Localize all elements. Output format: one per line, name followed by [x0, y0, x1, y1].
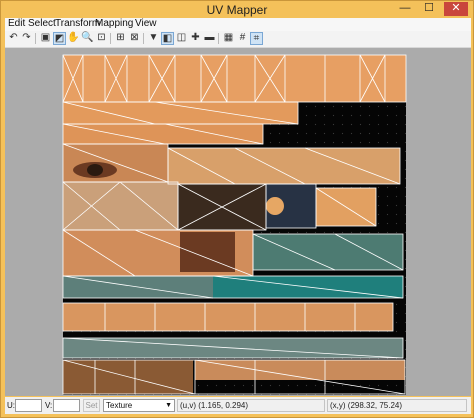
mode-select[interactable]: Texture ▼	[103, 399, 175, 412]
remove-icon[interactable]: ▬	[203, 32, 216, 45]
split-view-icon[interactable]: ◧	[161, 32, 174, 45]
chevron-down-icon: ▼	[165, 402, 172, 409]
menu-view[interactable]: View	[135, 18, 157, 29]
menu-transform[interactable]: Transform	[55, 18, 100, 29]
toolbar: ↶ ↷ ▣ ◩ ✋ 🔍 ⊡ ⊞ ⊠ ▼ ◧ ◫ ✚ ▬ ▦ # ⌗	[5, 31, 471, 48]
v-label: V:	[45, 401, 53, 410]
toolbar-separator	[143, 33, 144, 44]
menu-select[interactable]: Select	[28, 18, 56, 29]
menu-bar: Edit Select Transform Mapping View	[5, 18, 471, 31]
status-bar: U: V: Set Texture ▼ (u,v) (1.165, 0.294)…	[5, 397, 471, 414]
u-input[interactable]	[15, 399, 42, 412]
paint-select-icon[interactable]: ◩	[53, 32, 66, 45]
title-bar[interactable]: UV Mapper — ☐ ✕	[1, 1, 473, 18]
redo-icon[interactable]: ↷	[20, 32, 33, 45]
set-button[interactable]: Set	[83, 399, 100, 412]
close-button[interactable]: ✕	[444, 2, 468, 16]
uv-readout: (u,v) (1.165, 0.294)	[177, 399, 325, 412]
grid-select-icon[interactable]: ⊞	[114, 32, 127, 45]
add-icon[interactable]: ✚	[189, 32, 202, 45]
u-label: U:	[7, 401, 15, 410]
uv-canvas[interactable]	[5, 48, 471, 396]
menu-mapping[interactable]: Mapping	[95, 18, 133, 29]
zoom-tool-icon[interactable]: 🔍	[81, 32, 94, 45]
minimize-button[interactable]: —	[395, 2, 415, 16]
select-tool-icon[interactable]: ▣	[39, 32, 52, 45]
mirror-icon[interactable]: ◫	[175, 32, 188, 45]
filter-icon[interactable]: ▼	[147, 32, 160, 45]
zoom-fit-icon[interactable]: ⊡	[95, 32, 108, 45]
xy-readout: (x,y) (298.32, 75.24)	[327, 399, 467, 412]
hand-tool-icon[interactable]: ✋	[67, 32, 80, 45]
toolbar-separator	[35, 33, 36, 44]
v-input[interactable]	[53, 399, 80, 412]
mode-select-value: Texture	[106, 401, 133, 410]
show-grid-icon[interactable]: ▦	[222, 32, 235, 45]
snap-grid-icon[interactable]: ⌗	[250, 32, 263, 45]
uv-texture-map[interactable]	[5, 48, 471, 396]
snap-toggle-icon[interactable]: ⊠	[128, 32, 141, 45]
uv-mapper-window: UV Mapper — ☐ ✕ Edit Select Transform Ma…	[0, 0, 474, 418]
maximize-button[interactable]: ☐	[419, 2, 439, 16]
grid-density-icon[interactable]: #	[236, 32, 249, 45]
toolbar-separator	[110, 33, 111, 44]
menu-edit[interactable]: Edit	[8, 18, 25, 29]
undo-icon[interactable]: ↶	[7, 32, 20, 45]
toolbar-separator	[218, 33, 219, 44]
